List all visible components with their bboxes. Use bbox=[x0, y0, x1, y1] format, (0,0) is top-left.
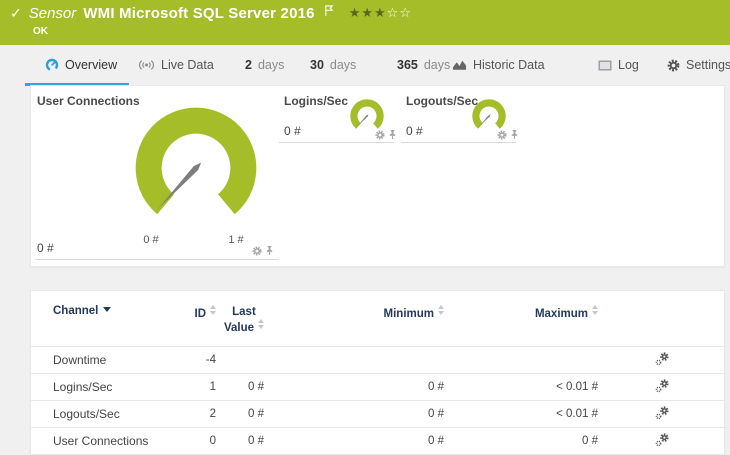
tab-settings[interactable]: Settings bbox=[667, 52, 730, 78]
tab-log[interactable]: Log bbox=[598, 52, 639, 78]
tab-overview[interactable]: Overview bbox=[25, 52, 130, 86]
sort-icon bbox=[258, 319, 264, 329]
gear-icon bbox=[667, 59, 680, 72]
tab-label: Overview bbox=[65, 58, 118, 72]
channel-name: Downtime bbox=[53, 352, 107, 367]
minimum-value: 0 # bbox=[428, 380, 444, 393]
object-kind-label: Sensor bbox=[28, 5, 77, 22]
chart-icon bbox=[452, 59, 467, 71]
tab-label: Settings bbox=[686, 58, 730, 72]
channel-settings-gears-icon[interactable] bbox=[655, 432, 670, 447]
star-icon[interactable]: ★ bbox=[349, 5, 362, 20]
maximum-value: < 0.01 # bbox=[556, 380, 598, 393]
channel-name: User Connections bbox=[53, 433, 149, 448]
status-ok-check-icon: ✓ bbox=[10, 5, 22, 21]
tile-divider bbox=[279, 142, 394, 143]
table-row-logins: Logins/Sec 1 0 # 0 # < 0.01 # bbox=[31, 373, 726, 400]
channel-settings-gears-icon[interactable] bbox=[655, 405, 670, 420]
tab-label: days bbox=[329, 58, 357, 72]
log-icon bbox=[598, 60, 612, 71]
tile-action-icons bbox=[497, 129, 519, 140]
tab-label: days bbox=[423, 58, 451, 72]
gauge-title-logouts: Logouts/Sec bbox=[406, 94, 479, 108]
maximum-value: < 0.01 # bbox=[556, 407, 598, 420]
table-row-logouts: Logouts/Sec 2 0 # 0 # < 0.01 # bbox=[31, 400, 726, 427]
last-value: 0 # bbox=[248, 407, 264, 420]
user-connections-gauge[interactable] bbox=[131, 103, 261, 233]
column-header-minimum[interactable]: Minimum bbox=[264, 305, 444, 320]
status-badge: OK bbox=[33, 26, 48, 37]
channel-name: Logouts/Sec bbox=[53, 406, 120, 421]
channel-name: Logins/Sec bbox=[53, 379, 113, 394]
channel-id: 1 bbox=[209, 380, 216, 393]
live-broadcast-icon bbox=[138, 59, 155, 71]
star-icon[interactable]: ☆ bbox=[399, 5, 412, 20]
flag-icon[interactable] bbox=[324, 4, 334, 17]
column-header-maximum[interactable]: Maximum bbox=[444, 305, 598, 320]
sort-desc-icon bbox=[103, 307, 112, 312]
channel-id: 0 bbox=[209, 434, 216, 447]
tab-number: 30 bbox=[310, 58, 324, 72]
gauge-scale-max: 1 # bbox=[228, 234, 244, 246]
table-header-row: Channel ID Last Value Minimum Maximum bbox=[31, 305, 726, 345]
tab-365-days[interactable]: 365 days bbox=[397, 52, 450, 78]
last-value: 0 # bbox=[248, 380, 264, 393]
tab-historic-data[interactable]: Historic Data bbox=[452, 52, 545, 78]
column-header-id[interactable]: ID bbox=[183, 305, 216, 320]
last-value: 0 # bbox=[248, 434, 264, 447]
column-header-last-value[interactable]: Last Value bbox=[216, 305, 264, 335]
channel-settings-gears-icon[interactable] bbox=[655, 351, 670, 366]
gauge-scale-min: 0 # bbox=[143, 234, 159, 246]
tab-strip: Overview Live Data 2 days 30 days 365 da… bbox=[0, 45, 730, 86]
gauges-panel: User Connections 0 # 1 # 0 # Logins/Sec bbox=[30, 85, 725, 267]
prtg-sensor-page: ✓ Sensor WMI Microsoft SQL Server 2016 ★… bbox=[0, 0, 730, 455]
sort-icon bbox=[592, 305, 598, 315]
column-header-channel[interactable]: Channel bbox=[31, 305, 183, 317]
tab-label: days bbox=[257, 58, 285, 72]
sensor-status-header: ✓ Sensor WMI Microsoft SQL Server 2016 ★… bbox=[0, 0, 730, 45]
minimum-value: 0 # bbox=[428, 434, 444, 447]
tab-label: Historic Data bbox=[473, 58, 545, 72]
gauge-title-logins: Logins/Sec bbox=[284, 94, 349, 108]
minimum-value: 0 # bbox=[428, 407, 444, 420]
tab-2-days[interactable]: 2 days bbox=[245, 52, 284, 78]
tile-action-icons bbox=[375, 129, 397, 140]
channel-id: 2 bbox=[209, 407, 216, 420]
gear-icon[interactable] bbox=[375, 130, 385, 140]
channel-table-panel: Channel ID Last Value Minimum Maximum Do… bbox=[30, 290, 726, 455]
gauge-title-user-connections: User Connections bbox=[37, 94, 140, 108]
tile-action-icons bbox=[252, 245, 274, 256]
maximum-value: 0 # bbox=[582, 434, 598, 447]
priority-stars[interactable]: ★★★☆☆ bbox=[349, 5, 412, 21]
pin-icon[interactable] bbox=[510, 129, 519, 140]
star-icon[interactable]: ★ bbox=[361, 5, 374, 20]
tile-divider bbox=[401, 142, 516, 143]
pin-icon[interactable] bbox=[388, 129, 397, 140]
sensor-title: WMI Microsoft SQL Server 2016 bbox=[83, 5, 315, 22]
gear-icon[interactable] bbox=[497, 130, 507, 140]
table-row-downtime: Downtime -4 bbox=[31, 346, 726, 373]
channel-id: -4 bbox=[205, 353, 216, 366]
channel-settings-gears-icon[interactable] bbox=[655, 378, 670, 393]
tab-label: Log bbox=[618, 58, 639, 72]
tab-number: 2 bbox=[245, 58, 252, 72]
gauge-icon bbox=[45, 58, 59, 72]
logins-value: 0 # bbox=[284, 124, 301, 138]
table-row-user-connections: User Connections 0 0 # 0 # 0 # bbox=[31, 427, 726, 454]
star-icon[interactable]: ★ bbox=[374, 5, 387, 20]
star-icon[interactable]: ☆ bbox=[387, 5, 400, 20]
tab-live-data[interactable]: Live Data bbox=[138, 52, 214, 78]
user-connections-value: 0 # bbox=[37, 241, 54, 255]
pin-icon[interactable] bbox=[265, 245, 274, 256]
gear-icon[interactable] bbox=[252, 246, 262, 256]
tab-number: 365 bbox=[397, 58, 418, 72]
tab-30-days[interactable]: 30 days bbox=[310, 52, 356, 78]
tile-divider bbox=[35, 259, 279, 260]
tab-label: Live Data bbox=[161, 58, 214, 72]
logouts-value: 0 # bbox=[406, 124, 423, 138]
